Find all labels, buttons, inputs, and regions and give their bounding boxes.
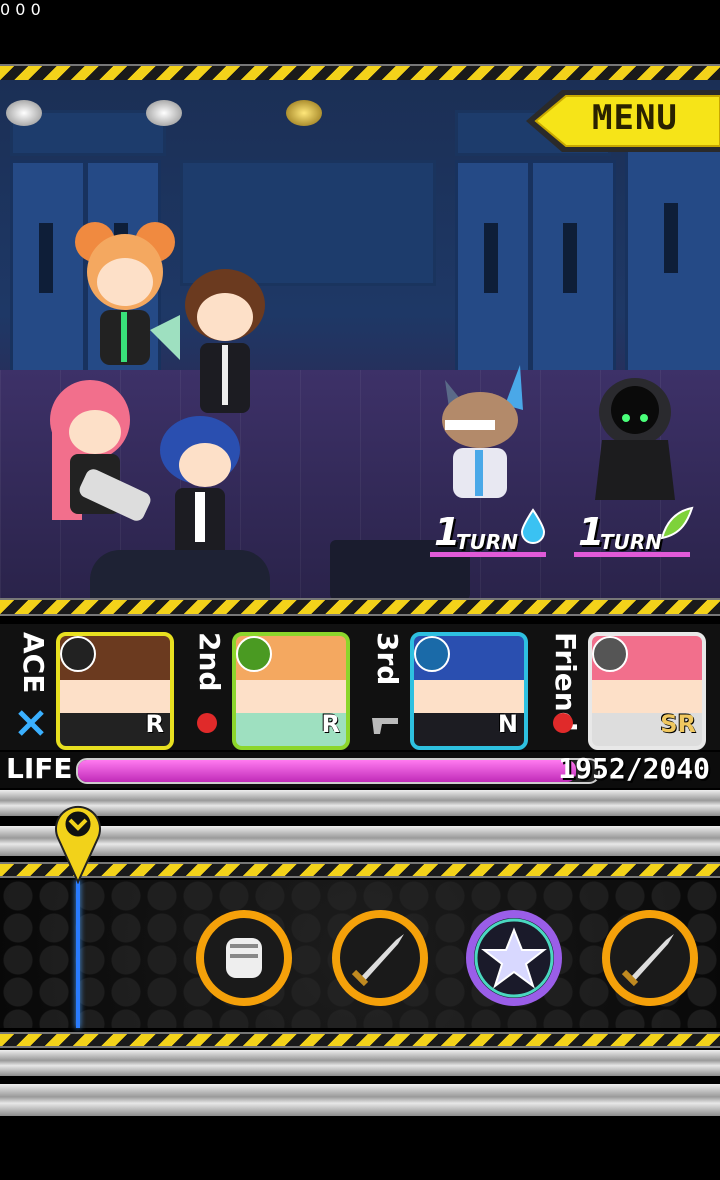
turn-label: TURN [456, 530, 519, 554]
hallway-door [455, 160, 531, 376]
enemy-hooded-shadow [595, 378, 675, 500]
command-star-button[interactable] [466, 910, 562, 1006]
gold-medal-icon [286, 100, 322, 126]
medal-counter [6, 96, 42, 130]
sword-icon [602, 910, 698, 1006]
hallway-door [530, 160, 616, 376]
party-card-2nd[interactable]: 2nd R [182, 628, 358, 750]
rarity-badge: R [145, 710, 164, 738]
rarity-badge: N [497, 710, 518, 738]
command-sword-button[interactable] [602, 910, 698, 1006]
party-slot-label: 2nd [193, 632, 226, 692]
life-bar [76, 758, 600, 784]
timeline-hazard-stripe [0, 862, 720, 878]
mid-hazard-stripe [0, 598, 720, 616]
gun-icon [372, 718, 398, 734]
water-drop-icon [414, 636, 450, 672]
sword-icon [332, 910, 428, 1006]
life-label: LIFE [6, 752, 73, 785]
menu-label: MENU [592, 98, 678, 138]
rarity-badge: SR [660, 710, 696, 738]
party-panel: ACE R 2nd R 3rd N Friend SR [0, 624, 720, 750]
timeline-rail [0, 826, 720, 856]
rarity-badge: R [321, 710, 340, 738]
fist-icon [553, 713, 573, 733]
medal-count: 0 [15, 0, 26, 19]
medal-counters: 0 0 0 [0, 0, 720, 126]
enemy-turn-indicator: 1 TURN [428, 508, 552, 557]
enemy-turn-indicator: 1 TURN [572, 506, 696, 557]
menu-button[interactable]: MENU [522, 88, 720, 154]
timeline-rail [0, 1084, 720, 1116]
command-fist-button[interactable] [196, 910, 292, 1006]
party-slot-label: ACE [17, 632, 50, 694]
life-row: LIFE 1952/2040 [0, 752, 720, 788]
party-character-brown-hair [185, 269, 265, 413]
party-card-ace[interactable]: ACE R [6, 628, 182, 750]
compass-icon [592, 636, 628, 672]
swords-icon [18, 710, 44, 736]
medal-counter [146, 96, 182, 130]
star-icon [466, 910, 562, 1006]
leaf-icon [660, 506, 694, 540]
timeline-rail [0, 1050, 720, 1076]
timeline-cursor-pin[interactable] [52, 798, 104, 884]
turn-label: TURN [600, 530, 663, 554]
turn-bar [430, 552, 546, 557]
timeline-rail [0, 790, 720, 816]
hallway-door [625, 140, 720, 376]
party-character-orange-hair [75, 222, 180, 365]
command-sword-button[interactable] [332, 910, 428, 1006]
life-value: 1952/2040 [558, 752, 710, 785]
water-drop-icon [520, 508, 546, 544]
party-slot-label: 3rd [371, 632, 404, 686]
lightning-icon [60, 636, 96, 672]
party-character-pink-hair-guitar [50, 380, 151, 521]
life-bar-fill [78, 760, 576, 782]
party-card-friend[interactable]: Friend SR [538, 628, 714, 750]
bottom-hazard-stripe [0, 1032, 720, 1048]
medal-count: 0 [0, 0, 11, 19]
medal-count: 0 [30, 0, 41, 19]
silver-medal-icon [6, 100, 42, 126]
medal-counter [286, 96, 322, 130]
turn-bar [574, 552, 690, 557]
leaf-icon [236, 636, 272, 672]
party-slot-label: Friend [549, 632, 582, 732]
debris [90, 550, 270, 600]
timeline-cursor-line [76, 880, 80, 1028]
silver-medal-icon [146, 100, 182, 126]
party-card-3rd[interactable]: 3rd N [360, 628, 536, 750]
fist-icon [196, 910, 292, 1006]
fist-icon [197, 713, 217, 733]
enemy-wolf-mech [442, 365, 523, 498]
